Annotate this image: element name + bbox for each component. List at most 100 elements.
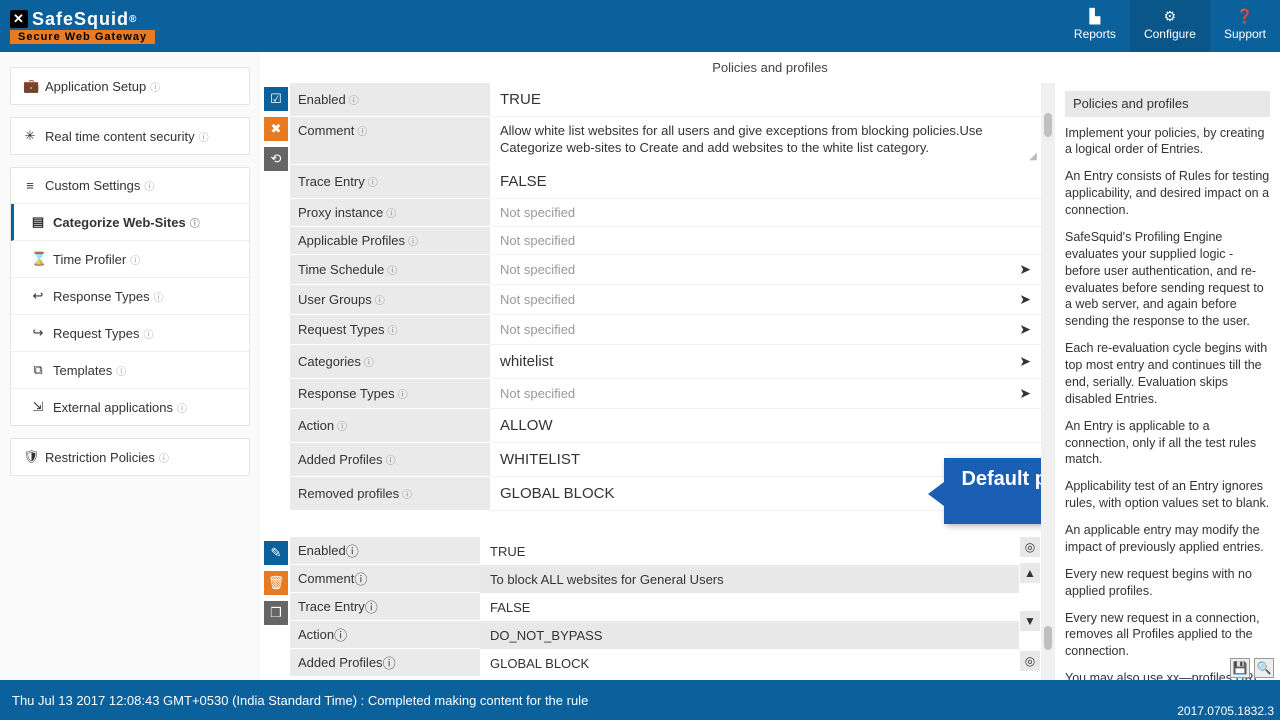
search-button[interactable]: 🔍: [1254, 658, 1274, 678]
info-icon: ⓘ: [386, 452, 396, 467]
target-button[interactable]: ◎: [1020, 537, 1040, 557]
text: Not specified: [500, 262, 575, 277]
sidebar-label: Real time content security: [45, 129, 195, 144]
sidebar-label: Custom Settings: [45, 178, 140, 193]
info-icon: ⓘ: [364, 354, 374, 369]
send-icon[interactable]: ➤: [1019, 385, 1031, 402]
label: Added Profiles: [298, 655, 383, 670]
layers-icon: ▤: [31, 214, 45, 230]
version-label: 2017.0705.1832.3: [1177, 704, 1274, 718]
info-icon: ⓘ: [346, 541, 359, 560]
move-down-button[interactable]: ▼: [1020, 611, 1040, 631]
info-icon: ⓘ: [368, 174, 378, 189]
send-icon[interactable]: ➤: [1019, 261, 1031, 278]
brand-name: SafeSquid: [32, 9, 129, 30]
copy-button[interactable]: ❐: [264, 601, 288, 625]
scroll-thumb-top[interactable]: [1044, 113, 1052, 137]
value-resptypes[interactable]: Not specified ➤: [490, 379, 1041, 409]
value-reqtypes[interactable]: Not specified ➤: [490, 315, 1041, 345]
sidebar-item-app-setup[interactable]: 💼Application Setupⓘ: [11, 68, 249, 104]
info-icon: ⓘ: [408, 233, 418, 248]
label-proxy: Proxy instance: [298, 205, 383, 220]
info-icon: ⓘ: [357, 123, 367, 138]
info-icon: ⓘ: [365, 597, 378, 616]
nav-configure[interactable]: ⚙Configure: [1130, 0, 1210, 52]
template-icon: ⧉: [31, 362, 45, 378]
value-applicable[interactable]: Not specified: [490, 227, 1041, 255]
scroll-thumb-bottom[interactable]: [1044, 626, 1052, 650]
label: Trace Entry: [298, 599, 365, 614]
label-categories: Categories: [298, 354, 361, 369]
sidebar-item-restriction[interactable]: 🛡Restriction Policiesⓘ: [11, 439, 249, 475]
text: Not specified: [500, 322, 575, 337]
sidebar: 💼Application Setupⓘ ✳ Real time content s…: [0, 52, 260, 680]
chart-icon: ▙: [1074, 8, 1116, 25]
value: FALSE: [480, 593, 1019, 621]
sidebar-item-response-types[interactable]: ↩Response Typesⓘ: [11, 278, 249, 315]
label-action: Action: [298, 418, 334, 433]
nav-support[interactable]: ❓Support: [1210, 0, 1280, 52]
save-button[interactable]: ☑: [264, 87, 288, 111]
label-trace: Trace Entry: [298, 174, 365, 189]
sidebar-item-external-apps[interactable]: ⇲External applicationsⓘ: [11, 389, 249, 425]
text: Not specified: [500, 386, 575, 401]
value-tsched[interactable]: Not specified ➤: [490, 255, 1041, 285]
bug-icon: ✳: [23, 128, 37, 144]
edit-button[interactable]: ✎: [264, 541, 288, 565]
cancel-button[interactable]: ✖: [264, 117, 288, 141]
value: To block ALL websites for General Users: [480, 565, 1019, 593]
info-icon: ⓘ: [387, 262, 397, 277]
resize-icon[interactable]: ◢: [1029, 150, 1037, 163]
logo-mark: ✕: [10, 10, 28, 28]
help-text: Every new request in a connection, remov…: [1065, 610, 1270, 661]
target-button-2[interactable]: ◎: [1020, 651, 1040, 671]
content: Policies and profiles ☑ ✖ ⟲ EnabledⓘTRUE…: [260, 52, 1280, 680]
save-config-button[interactable]: 💾: [1230, 658, 1250, 678]
delete-button[interactable]: 🗑: [264, 571, 288, 595]
entry-form-1: EnabledⓘTRUE CommentⓘAllow white list we…: [290, 83, 1041, 511]
value: TRUE: [480, 537, 1019, 565]
value-ugroups[interactable]: Not specified➤: [490, 285, 1041, 315]
info-icon: ⓘ: [398, 386, 408, 401]
reset-button[interactable]: ⟲: [264, 147, 288, 171]
sidebar-item-templates[interactable]: ⧉ Templates ⓘ: [11, 352, 249, 389]
brand-tagline: Secure Web Gateway: [10, 30, 155, 44]
sidebar-item-custom[interactable]: ≡Custom Settingsⓘ: [11, 168, 249, 204]
send-icon[interactable]: ➤: [1019, 321, 1031, 338]
value-enabled[interactable]: TRUE: [490, 83, 1041, 117]
briefcase-icon: 💼: [23, 78, 37, 94]
info-icon: ⓘ: [116, 363, 126, 378]
gears-icon: ⚙: [1144, 8, 1196, 25]
sidebar-item-request-types[interactable]: ↪Request Typesⓘ: [11, 315, 249, 352]
main-area: 💼Application Setupⓘ ✳ Real time content s…: [0, 52, 1280, 680]
value-proxy[interactable]: Not specified: [490, 199, 1041, 227]
page-title: Policies and profiles: [260, 52, 1280, 83]
sidebar-label: Response Types: [53, 289, 150, 304]
nav-reports[interactable]: ▙Reports: [1060, 0, 1130, 52]
value-categories[interactable]: whitelist➤: [490, 345, 1041, 379]
sidebar-label: Templates: [53, 363, 112, 378]
sidebar-item-rtcs[interactable]: ✳ Real time content security ⓘ: [11, 118, 249, 154]
value: DO_NOT_BYPASS: [480, 621, 1019, 649]
label-reqtypes: Request Types: [298, 322, 384, 337]
question-icon: ❓: [1224, 8, 1266, 25]
info-icon: ⓘ: [150, 79, 160, 94]
info-icon: ⓘ: [334, 625, 347, 644]
scrollbar[interactable]: [1041, 83, 1055, 680]
value-comment[interactable]: Allow white list websites for all users …: [490, 117, 1041, 165]
send-icon[interactable]: ➤: [1019, 291, 1031, 308]
sliders-icon: ≡: [23, 178, 37, 193]
shield-icon: 🛡: [23, 449, 37, 465]
send-icon[interactable]: ➤: [1019, 353, 1031, 370]
info-icon: ⓘ: [402, 486, 412, 501]
move-up-button[interactable]: ▲: [1020, 563, 1040, 583]
sidebar-label: Restriction Policies: [45, 450, 155, 465]
annotation-callout: Default profile with unique name: [944, 458, 1041, 524]
info-icon: ⓘ: [199, 129, 209, 144]
value-trace[interactable]: FALSE: [490, 165, 1041, 199]
sidebar-item-time-profiler[interactable]: ⌛Time Profilerⓘ: [11, 241, 249, 278]
label-resptypes: Response Types: [298, 386, 395, 401]
help-text: Each re-evaluation cycle begins with top…: [1065, 340, 1270, 408]
sidebar-item-categorize[interactable]: ▤Categorize Web-Sitesⓘ: [11, 204, 249, 241]
value-action[interactable]: ALLOW: [490, 409, 1041, 443]
